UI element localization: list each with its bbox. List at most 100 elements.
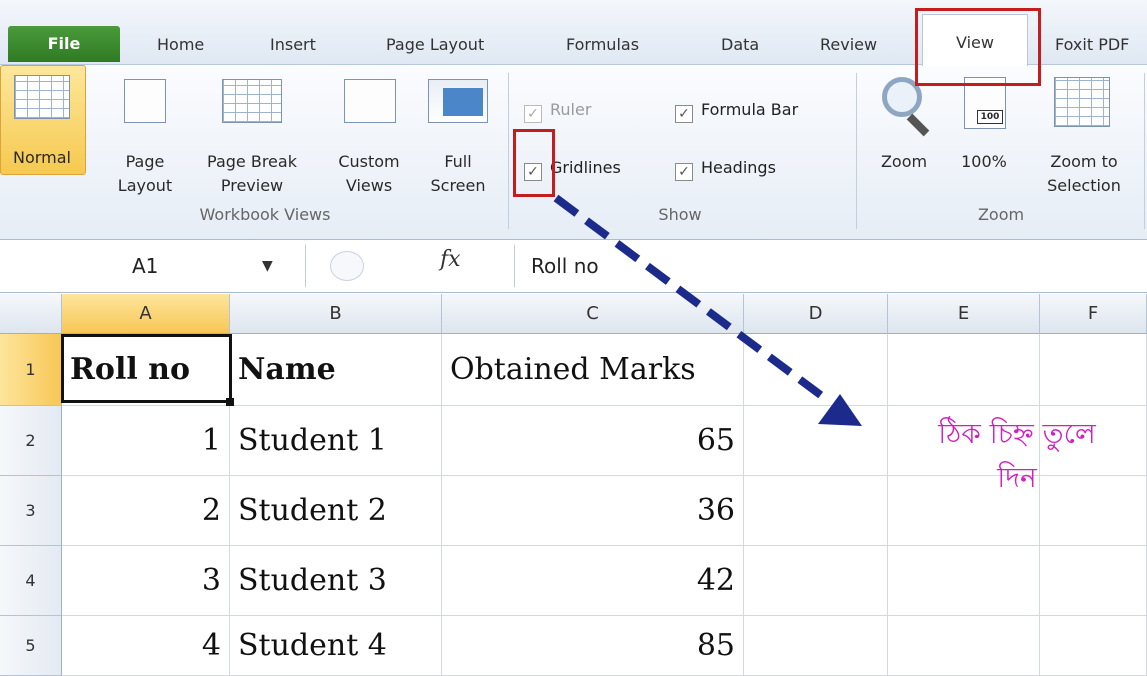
cell-c4[interactable]: 42	[442, 546, 744, 616]
column-header-d[interactable]: D	[744, 294, 888, 334]
zoom-to-selection-label-1: Zoom to	[1050, 152, 1118, 171]
name-box-value: A1	[132, 254, 159, 278]
row-header-2[interactable]: 2	[0, 406, 62, 476]
tab-data[interactable]: Data	[721, 30, 759, 60]
cell-e1[interactable]	[888, 334, 1040, 406]
cell-d3[interactable]	[744, 476, 888, 546]
magnifier-handle-icon	[906, 113, 930, 137]
cell-a2[interactable]: 1	[62, 406, 230, 476]
active-cell-border	[61, 334, 232, 403]
cell-c3[interactable]: 36	[442, 476, 744, 546]
worksheet-grid: A B C D E F 1 2 3 4 5 Roll no Name Obtai…	[0, 294, 1147, 676]
cell-d5[interactable]	[744, 616, 888, 676]
normal-view-button[interactable]: Normal	[0, 65, 86, 175]
row-header-5[interactable]: 5	[0, 616, 62, 676]
cell-f5[interactable]	[1040, 616, 1147, 676]
name-box[interactable]: A1 ▼	[0, 245, 306, 287]
tab-page-layout[interactable]: Page Layout	[386, 30, 484, 60]
cell-d1[interactable]	[744, 334, 888, 406]
headings-label: Headings	[701, 158, 776, 177]
tab-review[interactable]: Review	[820, 30, 877, 60]
zoom-to-selection-icon	[1054, 77, 1110, 127]
ruler-checkbox-row[interactable]: ✓ Ruler	[524, 97, 591, 123]
tab-foxit-pdf[interactable]: Foxit PDF	[1055, 30, 1129, 60]
gridlines-highlight-box	[513, 129, 555, 197]
cell-b5[interactable]: Student 4	[230, 616, 442, 676]
cell-a3[interactable]: 2	[62, 476, 230, 546]
cell-b1[interactable]: Name	[230, 334, 442, 406]
name-box-dropdown-icon[interactable]: ▼	[262, 245, 273, 287]
formula-bar-label: Formula Bar	[701, 100, 799, 119]
cell-b3[interactable]: Student 2	[230, 476, 442, 546]
cell-c5[interactable]: 85	[442, 616, 744, 676]
row-header-4[interactable]: 4	[0, 546, 62, 616]
formula-bar-toggle-icon[interactable]	[330, 251, 364, 281]
cell-e4[interactable]	[888, 546, 1040, 616]
show-group-label: Show	[658, 205, 702, 224]
zoom-100-icon-text: 100	[977, 110, 1003, 124]
formula-bar: A1 ▼ fx Roll no	[0, 241, 1147, 293]
zoom-group-label: Zoom	[977, 205, 1025, 224]
workbook-views-group-label: Workbook Views	[199, 205, 331, 224]
row-header-1[interactable]: 1	[0, 334, 62, 406]
cell-d4[interactable]	[744, 546, 888, 616]
headings-checkbox[interactable]: ✓	[675, 163, 693, 181]
cell-c2[interactable]: 65	[442, 406, 744, 476]
custom-views-icon	[344, 79, 396, 123]
headings-checkbox-row[interactable]: ✓ Headings	[675, 155, 776, 181]
page-layout-view-button[interactable]: Page Layout	[106, 69, 184, 195]
annotation-line-1: ঠিক চিহ্ন তুলে	[938, 417, 1096, 450]
page-layout-label-1: Page	[125, 152, 165, 171]
row-header-3[interactable]: 3	[0, 476, 62, 546]
custom-views-label-2: Views	[345, 176, 393, 195]
formula-bar-checkbox[interactable]: ✓	[675, 105, 693, 123]
custom-views-label-1: Custom	[338, 152, 400, 171]
cell-e5[interactable]	[888, 616, 1040, 676]
ruler-label: Ruler	[550, 100, 592, 119]
tab-formulas[interactable]: Formulas	[566, 30, 639, 60]
ribbon: Normal Page Layout Page Break Preview Cu…	[0, 64, 1147, 240]
column-header-b[interactable]: B	[230, 294, 442, 334]
column-header-f[interactable]: F	[1040, 294, 1147, 334]
page-layout-label-2: Layout	[117, 176, 173, 195]
column-header-e[interactable]: E	[888, 294, 1040, 334]
full-screen-label-1: Full	[444, 152, 472, 171]
cell-b4[interactable]: Student 3	[230, 546, 442, 616]
page-break-label-1: Page Break	[207, 152, 297, 171]
cell-f1[interactable]	[1040, 334, 1147, 406]
page-break-preview-icon	[222, 79, 282, 123]
ruler-checkbox[interactable]: ✓	[524, 105, 542, 123]
cell-a4[interactable]: 3	[62, 546, 230, 616]
custom-views-button[interactable]: Custom Views	[322, 69, 416, 195]
cell-b2[interactable]: Student 1	[230, 406, 442, 476]
view-tab-highlight-box	[915, 8, 1041, 86]
tab-insert[interactable]: Insert	[270, 30, 316, 60]
group-separator	[856, 73, 857, 229]
fill-handle[interactable]	[226, 398, 234, 406]
full-screen-icon-inner	[443, 88, 483, 116]
cell-f4[interactable]	[1040, 546, 1147, 616]
normal-view-label: Normal	[13, 148, 71, 167]
normal-view-icon	[14, 75, 70, 119]
zoom-label: Zoom	[880, 152, 928, 171]
full-screen-label-2: Screen	[430, 176, 486, 195]
formula-bar-checkbox-row[interactable]: ✓ Formula Bar	[675, 97, 798, 123]
page-break-label-2: Preview	[220, 176, 284, 195]
full-screen-button[interactable]: Full Screen	[418, 69, 498, 195]
zoom-to-selection-label-2: Selection	[1047, 176, 1121, 195]
cell-c1[interactable]: Obtained Marks	[442, 334, 744, 406]
insert-function-icon[interactable]: fx	[440, 247, 461, 272]
cell-d2[interactable]	[744, 406, 888, 476]
cell-a5[interactable]: 4	[62, 616, 230, 676]
zoom-to-selection-button[interactable]: Zoom to Selection	[1030, 69, 1138, 195]
page-break-preview-button[interactable]: Page Break Preview	[188, 69, 316, 195]
select-all-corner[interactable]	[0, 294, 62, 334]
column-header-c[interactable]: C	[442, 294, 744, 334]
tab-home[interactable]: Home	[157, 30, 204, 60]
column-header-a[interactable]: A	[62, 294, 230, 334]
full-screen-icon	[428, 79, 488, 123]
annotation-line-2: দিন	[997, 461, 1037, 494]
zoom-100-label: 100%	[961, 152, 1007, 171]
tab-file[interactable]: File	[8, 26, 120, 62]
formula-input[interactable]: Roll no	[514, 245, 599, 287]
